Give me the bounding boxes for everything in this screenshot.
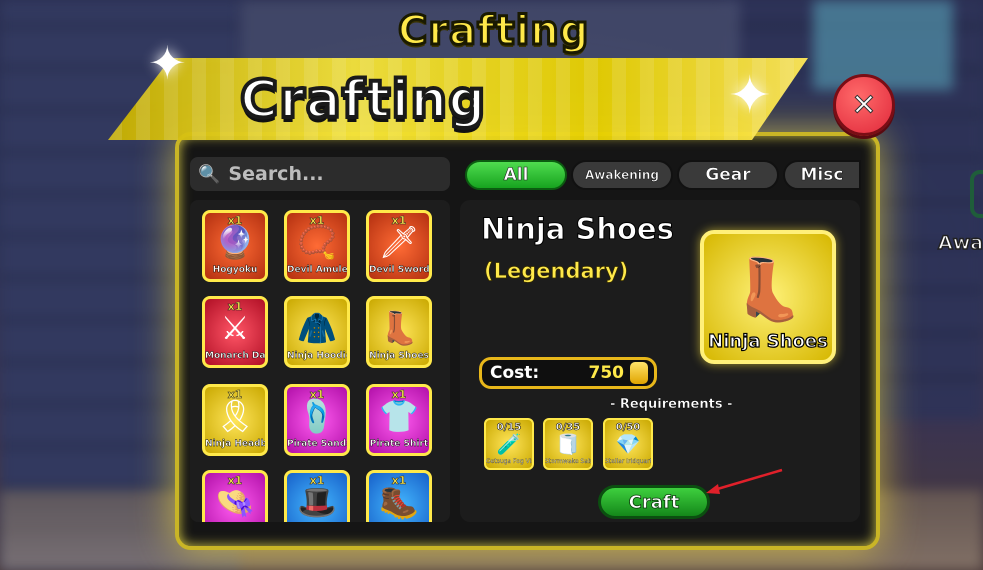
item-preview: 👢 Ninja Shoes <box>700 230 836 364</box>
shirt-icon: 👕 <box>379 397 419 435</box>
awakening-side-icon[interactable] <box>970 170 983 218</box>
item-hogyoku[interactable]: x1 🔮 Hogyoku <box>202 210 268 282</box>
requirement-item[interactable]: 0/50 💎 Stellar Iridquartz <box>603 418 653 470</box>
background-light <box>813 0 953 90</box>
tab-awakening[interactable]: Awakening <box>571 160 673 190</box>
item-grid[interactable]: x1 🔮 Hogyoku x1 📿 Devil Amulet x1 🗡 Devi… <box>190 200 450 522</box>
close-button[interactable]: ✕ <box>833 74 895 136</box>
shoes-icon: 👢 <box>379 309 419 347</box>
cost-box: Cost: 750 <box>479 357 657 389</box>
hat-icon: 🎩 <box>297 483 337 521</box>
side-button-label[interactable]: Awa <box>937 231 983 255</box>
item-monarch-daggers[interactable]: x1 ⚔ Monarch Daggers <box>202 296 268 368</box>
item-straw-hat[interactable]: x1 👒 <box>202 470 268 522</box>
tab-all[interactable]: All <box>465 160 567 190</box>
item-hat[interactable]: x1 🎩 <box>284 470 350 522</box>
orb-icon: 🔮 <box>215 223 255 261</box>
search-icon: 🔍 <box>198 163 221 185</box>
daggers-icon: ⚔ <box>220 309 250 347</box>
item-rarity: (Legendary) <box>484 259 629 284</box>
sparkle-icon: ✦ <box>148 36 187 90</box>
item-pirate-shirt[interactable]: x1 👕 Pirate Shirt <box>366 384 432 456</box>
tab-misc[interactable]: Misc <box>783 160 861 190</box>
floating-title: Crafting <box>396 7 590 56</box>
pointer-arrow-icon <box>706 468 783 494</box>
boots-icon: 🥾 <box>379 483 419 521</box>
sparkle-icon: ✦ <box>728 66 772 126</box>
straw-hat-icon: 👒 <box>215 483 255 521</box>
item-devil-amulet[interactable]: x1 📿 Devil Amulet <box>284 210 350 282</box>
craft-button[interactable]: Craft <box>598 485 710 519</box>
sword-icon: 🗡 <box>378 223 420 261</box>
cloth-icon: 🧻 <box>555 432 581 456</box>
search-bar[interactable]: 🔍 <box>190 157 450 191</box>
shoes-icon: 👢 <box>730 255 806 325</box>
vial-icon: 🧪 <box>496 432 522 456</box>
item-pirate-sandals[interactable]: x1 🩴 Pirate Sandals <box>284 384 350 456</box>
item-ninja-hoodie[interactable]: 🧥 Ninja Hoodie <box>284 296 350 368</box>
item-ninja-headband[interactable]: x1 🎗 Ninja Headband <box>202 384 268 456</box>
headband-icon: 🎗 <box>214 397 256 435</box>
sandals-icon: 🩴 <box>297 397 337 435</box>
close-icon: ✕ <box>851 87 877 123</box>
item-title: Ninja Shoes <box>481 212 675 247</box>
cost-label: Cost: <box>490 363 540 383</box>
item-boots[interactable]: x1 🥾 <box>366 470 432 522</box>
cost-value: 750 <box>588 363 625 383</box>
coin-icon <box>630 362 648 384</box>
amulet-icon: 📿 <box>297 223 337 261</box>
item-devil-sword[interactable]: x1 🗡 Devil Sword <box>366 210 432 282</box>
search-input[interactable] <box>226 162 441 186</box>
panel-title: Crafting <box>238 68 487 132</box>
tab-gear[interactable]: Gear <box>677 160 779 190</box>
requirements-title: - Requirements - <box>610 397 733 412</box>
requirement-item[interactable]: 0/15 🧪 Getsuga Fog Vial <box>484 418 534 470</box>
requirement-item[interactable]: 0/35 🧻 Stormwake Sabloth <box>543 418 593 470</box>
item-ninja-shoes[interactable]: 👢 Ninja Shoes <box>366 296 432 368</box>
crystal-icon: 💎 <box>615 432 641 456</box>
hoodie-icon: 🧥 <box>297 309 337 347</box>
